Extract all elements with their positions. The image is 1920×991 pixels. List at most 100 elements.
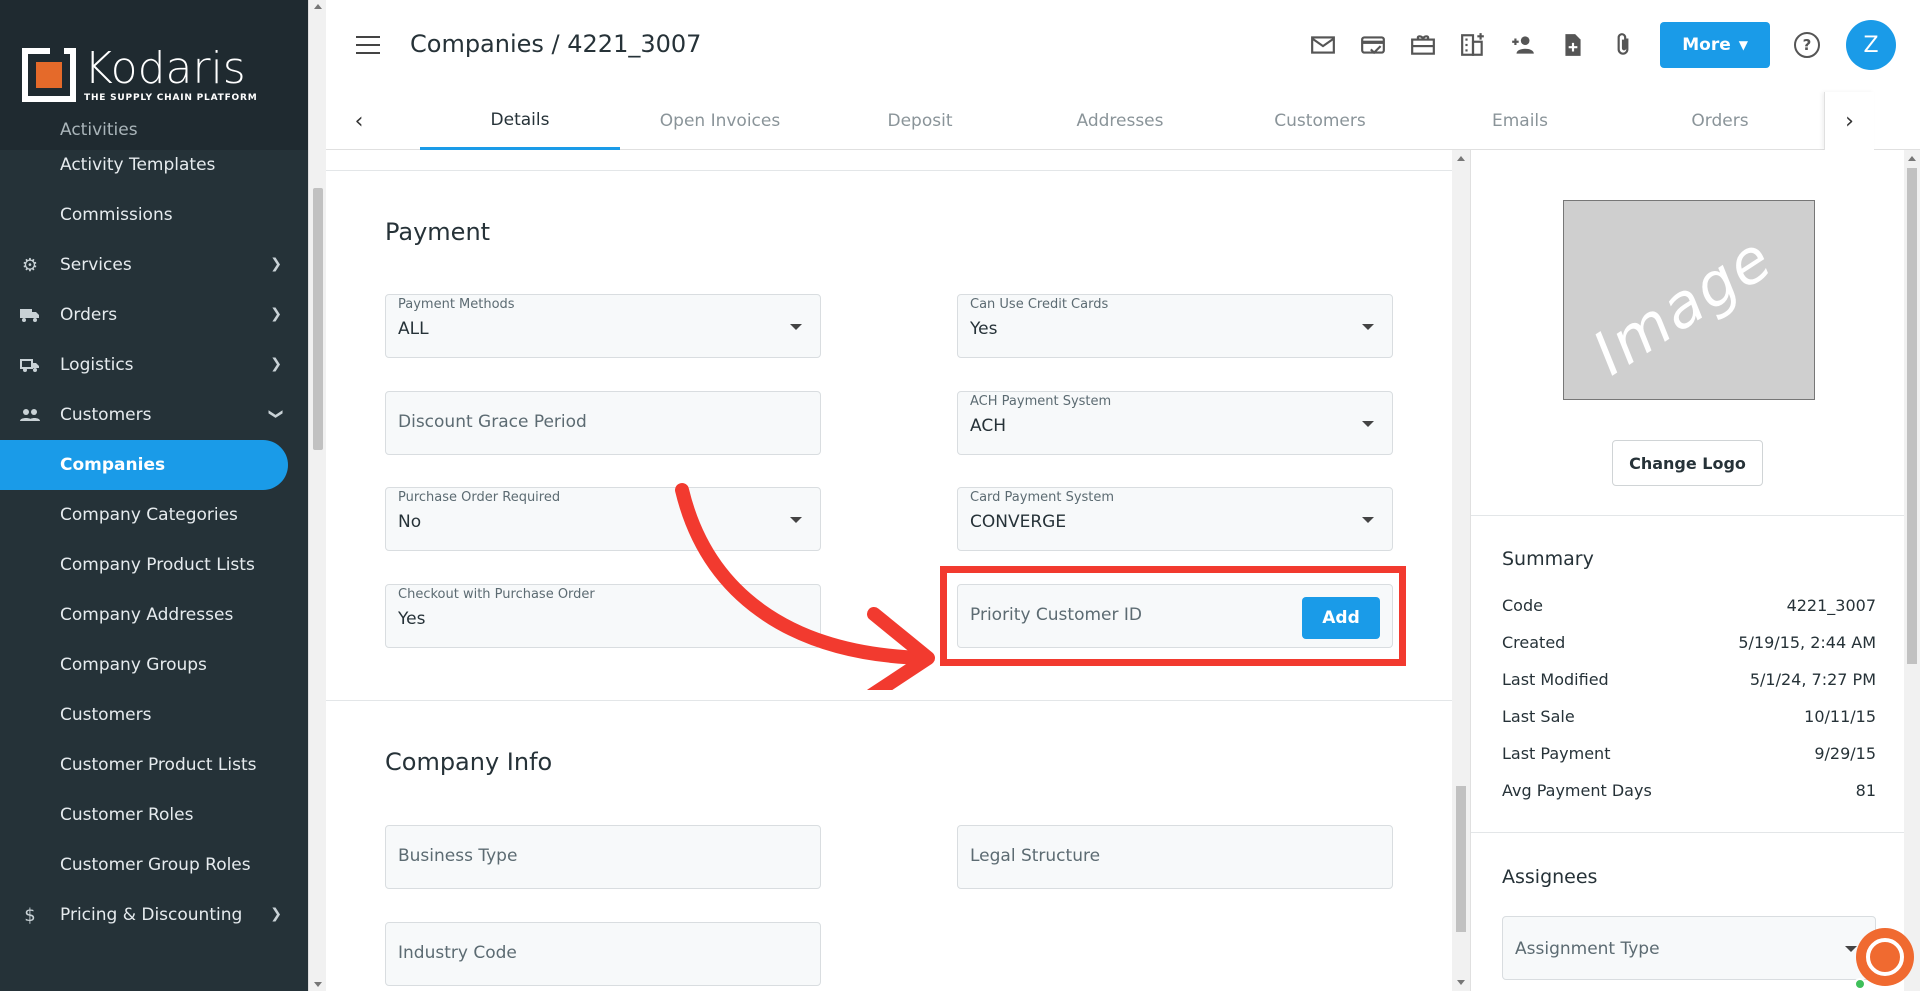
- person-add-icon[interactable]: [1498, 20, 1548, 70]
- scrollbar-thumb[interactable]: [1907, 168, 1917, 664]
- summary-row: Code 4221_3007: [1502, 596, 1876, 615]
- ach-payment-system-select[interactable]: ACH Payment System ACH: [957, 391, 1393, 455]
- sidebar-item-customer-group-roles[interactable]: Customer Group Roles: [0, 840, 308, 890]
- chevron-right-icon: ❯: [270, 306, 282, 322]
- scrollbar-thumb[interactable]: [313, 188, 323, 450]
- sidebar-item-activities[interactable]: Activities: [0, 120, 308, 140]
- sidebar-item-logistics[interactable]: Logistics ❯: [0, 340, 308, 390]
- sidebar-item-company-groups[interactable]: Company Groups: [0, 640, 308, 690]
- legal-structure-field[interactable]: Legal Structure: [957, 825, 1393, 889]
- sidebar-item-companies[interactable]: Companies: [0, 440, 288, 490]
- scroll-up-icon[interactable]: [314, 4, 322, 9]
- brand-tagline: THE SUPPLY CHAIN PLATFORM: [84, 93, 258, 103]
- sidebar-item-customers-group[interactable]: Customers ❯: [0, 390, 308, 440]
- sidebar-item-activity-templates[interactable]: Activity Templates: [0, 140, 308, 190]
- gift-card-icon[interactable]: [1398, 20, 1448, 70]
- sidebar-item-label: Companies: [60, 455, 166, 475]
- dropdown-arrow-icon: [1362, 324, 1374, 330]
- summary-title: Summary: [1502, 548, 1594, 570]
- people-icon: [0, 408, 60, 422]
- tab-scroll-left-icon[interactable]: ‹: [326, 92, 392, 150]
- sidebar-item-label: Customers: [60, 405, 152, 425]
- sidebar-item-company-categories[interactable]: Company Categories: [0, 490, 308, 540]
- truck-icon: [0, 307, 60, 323]
- main-scrollbar[interactable]: [1452, 150, 1470, 991]
- sidebar-item-orders[interactable]: Orders ❯: [0, 290, 308, 340]
- help-icon[interactable]: ?: [1782, 20, 1832, 70]
- scrollbar-thumb[interactable]: [1456, 786, 1466, 932]
- can-use-credit-cards-select[interactable]: Can Use Credit Cards Yes: [957, 294, 1393, 358]
- industry-code-field[interactable]: Industry Code: [385, 922, 821, 986]
- scroll-up-icon[interactable]: [1908, 156, 1916, 161]
- card-check-icon[interactable]: [1348, 20, 1398, 70]
- chevron-right-icon: ❯: [270, 256, 282, 272]
- payment-methods-select[interactable]: Payment Methods ALL: [385, 294, 821, 358]
- tab-customers[interactable]: Customers: [1220, 92, 1420, 150]
- mail-icon[interactable]: [1298, 20, 1348, 70]
- scroll-up-icon[interactable]: [1457, 156, 1465, 161]
- details-panel: Payment Payment Methods ALL Can Use Cred…: [326, 150, 1452, 991]
- sidebar-item-label: Customers: [60, 705, 152, 725]
- sidebar-item-pricing[interactable]: $ Pricing & Discounting ❯: [0, 890, 308, 940]
- menu-icon[interactable]: [356, 36, 380, 54]
- file-add-icon[interactable]: [1548, 20, 1598, 70]
- summary-row: Last Payment 9/29/15: [1502, 744, 1876, 763]
- sidebar-item-services[interactable]: ⚙ Services ❯: [0, 240, 308, 290]
- card-payment-system-select[interactable]: Card Payment System CONVERGE: [957, 487, 1393, 551]
- assignment-type-select[interactable]: Assignment Type: [1502, 916, 1876, 980]
- sidebar-item-label: Activity Templates: [60, 155, 216, 175]
- sidebar-item-label: Company Groups: [60, 655, 207, 675]
- online-status-icon: [1854, 978, 1866, 990]
- scroll-down-icon[interactable]: [314, 982, 322, 987]
- dropdown-arrow-icon: [1845, 946, 1857, 952]
- discount-grace-period-field[interactable]: Discount Grace Period: [385, 391, 821, 455]
- sidebar-item-label: Orders: [60, 305, 118, 325]
- sidebar-item-label: Services: [60, 255, 132, 275]
- annotation-highlight-box: [940, 566, 1406, 666]
- tab-orders[interactable]: Orders: [1620, 92, 1820, 150]
- sidebar-item-label: Company Product Lists: [60, 555, 255, 575]
- scroll-down-icon[interactable]: [1457, 980, 1465, 985]
- sidebar-item-customer-roles[interactable]: Customer Roles: [0, 790, 308, 840]
- tab-details[interactable]: Details: [420, 92, 620, 150]
- assignees-title: Assignees: [1502, 866, 1598, 888]
- summary-row: Avg Payment Days 81: [1502, 781, 1876, 800]
- sidebar-item-label: Company Categories: [60, 505, 238, 525]
- tab-scroll-right-icon[interactable]: ›: [1824, 92, 1874, 150]
- dropdown-arrow-icon: [1362, 517, 1374, 523]
- sidebar-item-label: Customer Group Roles: [60, 855, 251, 875]
- more-button[interactable]: More ▼: [1660, 22, 1770, 68]
- tab-open-invoices[interactable]: Open Invoices: [620, 92, 820, 150]
- top-bar: Companies / 4221_3007 More ▼ ? Z: [326, 0, 1920, 92]
- right-panel-scrollbar[interactable]: [1904, 150, 1920, 991]
- avatar[interactable]: Z: [1846, 20, 1896, 70]
- tab-deposit[interactable]: Deposit: [820, 92, 1020, 150]
- tab-emails[interactable]: Emails: [1420, 92, 1620, 150]
- summary-row: Last Modified 5/1/24, 7:27 PM: [1502, 670, 1876, 689]
- chat-support-icon[interactable]: [1854, 928, 1914, 990]
- tab-addresses[interactable]: Addresses: [1020, 92, 1220, 150]
- sidebar-item-label: Pricing & Discounting: [60, 905, 243, 925]
- sidebar-item-label: Company Addresses: [60, 605, 234, 625]
- summary-row: Last Sale 10/11/15: [1502, 707, 1876, 726]
- chevron-down-icon: ❯: [268, 408, 285, 420]
- sidebar-item-label: Customer Roles: [60, 805, 194, 825]
- business-type-field[interactable]: Business Type: [385, 825, 821, 889]
- brand-name: Kodaris: [84, 43, 246, 94]
- attachment-icon[interactable]: [1598, 20, 1648, 70]
- change-logo-button[interactable]: Change Logo: [1612, 440, 1763, 486]
- kodaris-logo-icon: [22, 46, 76, 102]
- sidebar-item-company-addresses[interactable]: Company Addresses: [0, 590, 308, 640]
- sidebar-item-company-product-lists[interactable]: Company Product Lists: [0, 540, 308, 590]
- sidebar-scrollbar[interactable]: [308, 0, 326, 991]
- company-logo-image: Image: [1563, 200, 1815, 400]
- page-title: Companies / 4221_3007: [410, 30, 702, 58]
- sidebar-item-customer-product-lists[interactable]: Customer Product Lists: [0, 740, 308, 790]
- sidebar-item-commissions[interactable]: Commissions: [0, 190, 308, 240]
- building-add-icon[interactable]: [1448, 20, 1498, 70]
- payment-section-title: Payment: [385, 218, 491, 246]
- dropdown-arrow-icon: [790, 324, 802, 330]
- toolbar: More ▼ ? Z: [1298, 20, 1896, 70]
- sidebar-nav: Activities Activity Templates Commission…: [0, 120, 308, 940]
- sidebar-item-customers[interactable]: Customers: [0, 690, 308, 740]
